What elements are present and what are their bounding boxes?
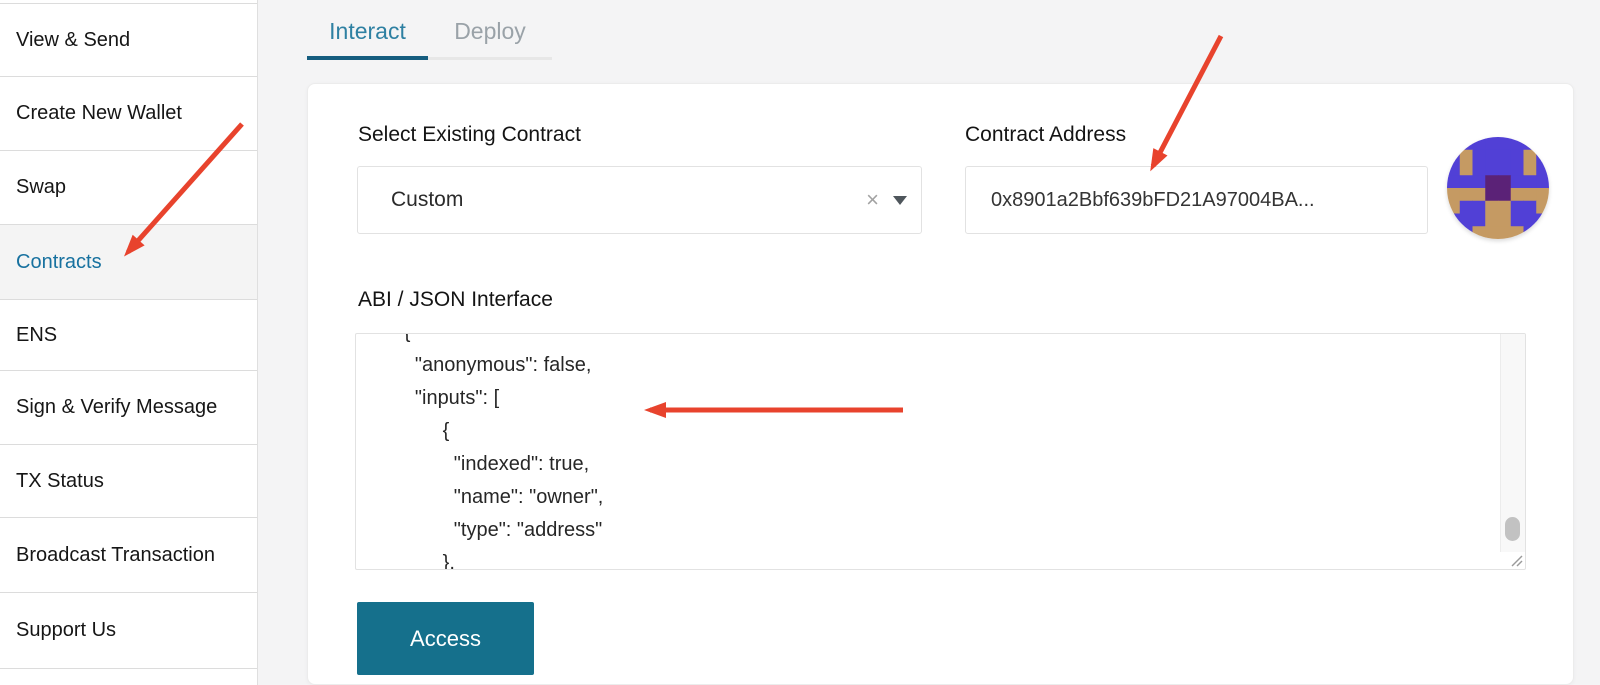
textarea-resize-handle[interactable] [1508,552,1524,568]
abi-json-interface-label: ABI / JSON Interface [358,288,553,312]
sidebar-item-label: Sign & Verify Message [16,396,217,419]
sidebar-item-view-send[interactable]: View & Send [0,3,257,76]
chevron-down-icon[interactable] [893,196,907,205]
abi-json-content: { "anonymous": false, "inputs": [ { "ind… [356,333,1525,570]
address-identicon-avatar [1447,137,1549,239]
sidebar-item-broadcast-transaction[interactable]: Broadcast Transaction [0,517,257,592]
sidebar-item-label: View & Send [16,29,130,52]
abi-json-textarea[interactable]: { "anonymous": false, "inputs": [ { "ind… [355,333,1526,570]
sidebar-item-contracts[interactable]: Contracts [0,224,257,299]
sidebar-item-support-us[interactable]: Support Us [0,592,257,668]
sidebar-divider [0,668,257,669]
selected-contract-value: Custom [358,188,463,212]
sidebar: View & Send Create New Wallet Swap Contr… [0,0,258,685]
sidebar-item-sign-verify-message[interactable]: Sign & Verify Message [0,370,257,444]
clear-selection-icon[interactable]: × [866,167,879,233]
sidebar-item-label: TX Status [16,470,104,493]
sidebar-item-label: Contracts [16,251,102,274]
access-button[interactable]: Access [357,602,534,675]
tab-deploy-underline [428,57,552,60]
select-existing-contract-dropdown[interactable]: Custom × [357,166,922,234]
sidebar-item-ens[interactable]: ENS [0,299,257,370]
identicon-canvas [1447,137,1549,239]
abi-scrollbar-thumb[interactable] [1505,517,1520,541]
sidebar-item-label: Swap [16,176,66,199]
contract-address-input[interactable] [965,166,1428,234]
app-window: View & Send Create New Wallet Swap Contr… [0,0,1600,685]
sidebar-item-create-new-wallet[interactable]: Create New Wallet [0,76,257,150]
sidebar-item-label: Create New Wallet [16,102,182,125]
tab-deploy[interactable]: Deploy [428,8,552,54]
sidebar-item-label: Support Us [16,619,116,642]
tab-interact[interactable]: Interact [307,8,428,54]
contract-address-label: Contract Address [965,123,1126,147]
sidebar-item-label: ENS [16,324,57,347]
abi-scrollbar-track[interactable] [1500,334,1525,552]
sidebar-item-tx-status[interactable]: TX Status [0,444,257,517]
sidebar-item-swap[interactable]: Swap [0,150,257,224]
sidebar-item-label: Broadcast Transaction [16,544,215,567]
select-existing-contract-label: Select Existing Contract [358,123,581,147]
tab-interact-underline [307,56,428,60]
